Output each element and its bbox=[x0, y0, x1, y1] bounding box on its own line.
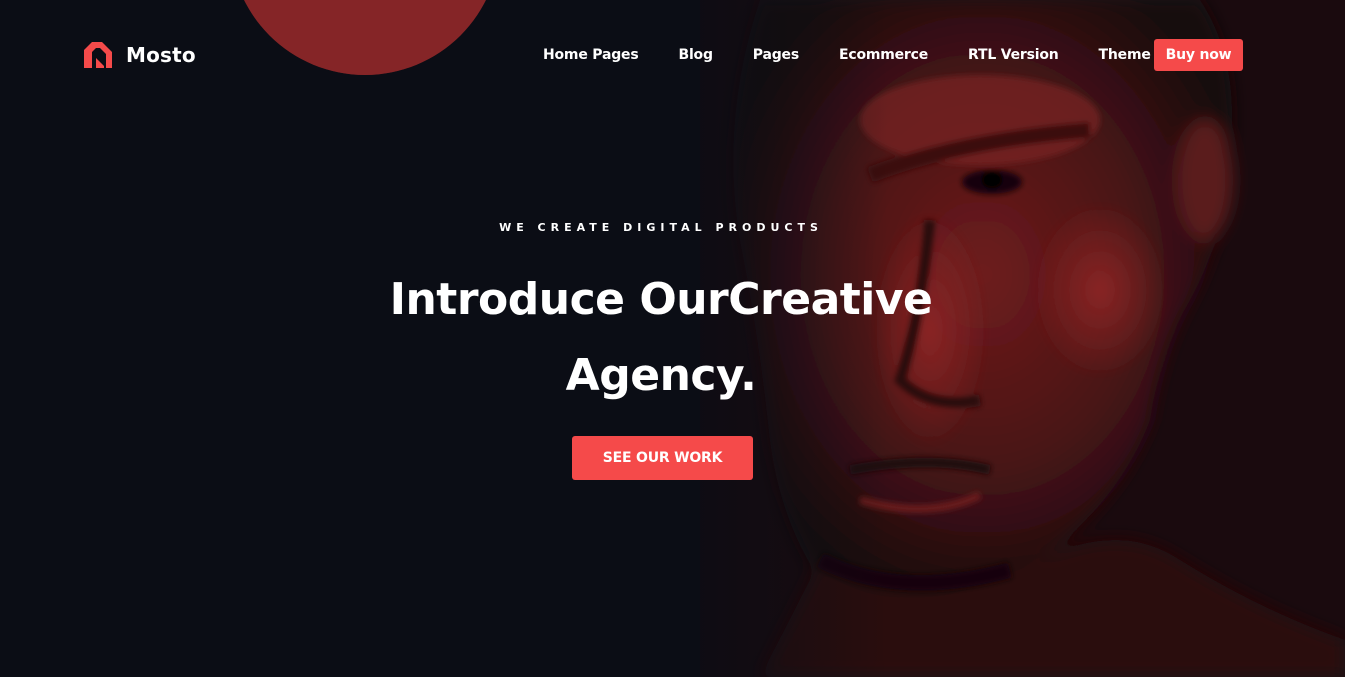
nav-item-rtl-version[interactable]: RTL Version bbox=[948, 47, 1078, 63]
see-our-work-button[interactable]: SEE OUR WORK bbox=[572, 436, 753, 480]
site-header: Mosto Home Pages Blog Pages Ecommerce RT… bbox=[0, 0, 1345, 106]
mosto-logo-icon bbox=[84, 42, 112, 68]
nav-item-home-pages[interactable]: Home Pages bbox=[523, 47, 658, 63]
brand-name: Mosto bbox=[126, 43, 196, 67]
hero-title: Introduce OurCreative Agency. bbox=[300, 262, 1022, 414]
nav-item-ecommerce[interactable]: Ecommerce bbox=[819, 47, 948, 63]
hero-eyebrow: WE CREATE DIGITAL PRODUCTS bbox=[499, 221, 823, 234]
hero-section: Mosto Home Pages Blog Pages Ecommerce RT… bbox=[0, 0, 1345, 677]
brand-logo[interactable]: Mosto bbox=[82, 38, 196, 72]
nav-item-pages[interactable]: Pages bbox=[733, 47, 819, 63]
hero-title-line-1: Introduce OurCreative bbox=[389, 274, 933, 325]
hero-title-line-2: Agency. bbox=[565, 350, 757, 401]
buy-now-button[interactable]: Buy now bbox=[1154, 39, 1243, 71]
nav-item-blog[interactable]: Blog bbox=[658, 47, 732, 63]
main-nav: Home Pages Blog Pages Ecommerce RTL Vers… bbox=[523, 39, 1211, 71]
